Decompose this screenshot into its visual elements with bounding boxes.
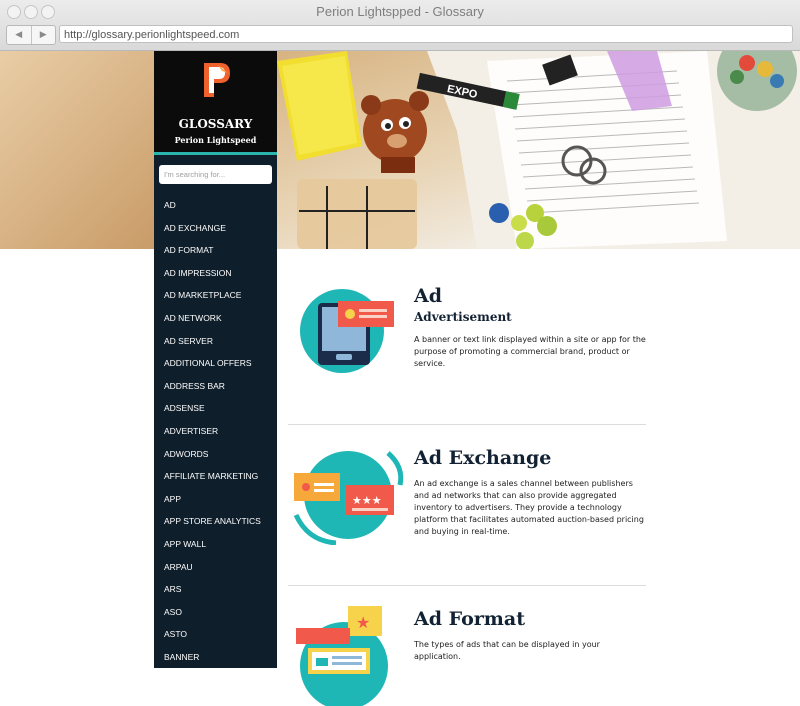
perion-logo-icon[interactable] <box>200 61 232 99</box>
sidebar-item-ad-format[interactable]: AD FORMAT <box>154 239 277 262</box>
sidebar-item-ad-exchange[interactable]: AD EXCHANGE <box>154 217 277 240</box>
entry-term: Ad Format <box>414 608 525 630</box>
ad-format-illustration-icon: ★ <box>296 606 388 706</box>
forward-arrow-icon[interactable]: ▶ <box>32 26 56 44</box>
sidebar-item-asto[interactable]: ASTO <box>154 623 277 646</box>
entry-term: Ad Exchange <box>414 447 552 469</box>
hero-banner: EXPO <box>0 51 800 249</box>
svg-text:★★★: ★★★ <box>352 494 382 507</box>
sidebar-item-app[interactable]: APP <box>154 488 277 511</box>
sidebar: GLOSSARY Perion Lightspeed AD AD EXCHANG… <box>154 51 277 668</box>
back-arrow-icon[interactable]: ◀ <box>7 26 32 44</box>
ad-illustration-icon <box>300 289 394 373</box>
sidebar-item-ars[interactable]: ARS <box>154 578 277 601</box>
sidebar-item-ad-impression[interactable]: AD IMPRESSION <box>154 262 277 285</box>
entry-definition: A banner or text link displayed within a… <box>414 335 646 368</box>
sidebar-item-advertiser[interactable]: ADVERTISER <box>154 420 277 443</box>
sidebar-item-affiliate-marketing[interactable]: AFFILIATE MARKETING <box>154 465 277 488</box>
sidebar-item-app-wall[interactable]: APP WALL <box>154 533 277 556</box>
entry-divider <box>288 424 646 425</box>
browser-toolbar: Perion Lightspped - Glossary ◀ ▶ http://… <box>0 0 800 51</box>
entry-divider <box>288 585 646 586</box>
search-input[interactable] <box>159 165 272 184</box>
sidebar-title: GLOSSARY <box>178 117 253 131</box>
sidebar-item-arpau[interactable]: ARPAU <box>154 556 277 579</box>
bear-toy <box>361 91 429 173</box>
glossary-entry-ad: Ad Advertisement A banner or text link d… <box>288 283 646 403</box>
svg-text:★: ★ <box>356 613 370 632</box>
sidebar-item-adwords[interactable]: ADWORDS <box>154 443 277 466</box>
sidebar-item-address-bar[interactable]: ADDRESS BAR <box>154 375 277 398</box>
entry-term: Ad <box>414 285 443 307</box>
entry-definition: An ad exchange is a sales channel betwee… <box>414 479 644 536</box>
glossary-entry-ad-format: ★ Ad Format The types of ads that can be… <box>288 606 646 706</box>
sidebar-subtitle: Perion Lightspeed <box>174 135 257 145</box>
brand-header: GLOSSARY Perion Lightspeed <box>154 51 277 155</box>
nav-buttons: ◀ ▶ <box>6 25 56 45</box>
sidebar-item-adsense[interactable]: ADSENSE <box>154 397 277 420</box>
sidebar-item-banner[interactable]: BANNER <box>154 646 277 668</box>
hero-photo: EXPO <box>277 51 800 249</box>
glossary-nav: AD AD EXCHANGE AD FORMAT AD IMPRESSION A… <box>154 194 277 668</box>
sidebar-item-ad-marketplace[interactable]: AD MARKETPLACE <box>154 284 277 307</box>
ad-exchange-illustration-icon: ★★★ <box>293 451 404 545</box>
sidebar-item-app-store-analytics[interactable]: APP STORE ANALYTICS <box>154 510 277 533</box>
sidebar-item-ad-network[interactable]: AD NETWORK <box>154 307 277 330</box>
sidebar-item-ad-server[interactable]: AD SERVER <box>154 330 277 353</box>
sidebar-item-aso[interactable]: ASO <box>154 601 277 624</box>
sidebar-item-additional-offers[interactable]: ADDITIONAL OFFERS <box>154 352 277 375</box>
hero-wood-left <box>0 51 154 249</box>
sidebar-item-ad[interactable]: AD <box>154 194 277 217</box>
entry-subtitle: Advertisement <box>414 310 512 324</box>
desk-photo-illustration: EXPO <box>277 51 800 249</box>
window-title: Perion Lightspped - Glossary <box>316 4 484 19</box>
glossary-entry-ad-exchange: ★★★ Ad Exchange An ad exchange is a sale… <box>288 445 646 565</box>
entry-definition: The types of ads that can be displayed i… <box>414 640 600 661</box>
address-bar[interactable]: http://glossary.perionlightspeed.com <box>59 25 793 43</box>
